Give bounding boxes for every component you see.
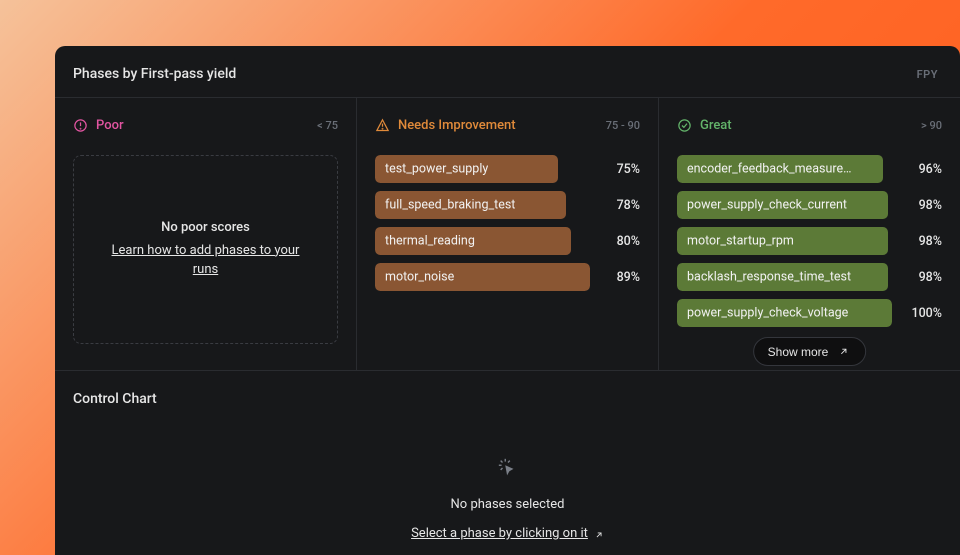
column-poor-range: < 75: [317, 119, 338, 132]
phase-percent: 100%: [902, 306, 942, 321]
column-great-header: Great > 90: [677, 118, 942, 133]
phase-row[interactable]: full_speed_braking_test 78%: [375, 191, 640, 219]
phase-name: power_supply_check_current: [687, 198, 847, 213]
phase-bar: motor_noise: [375, 263, 590, 291]
phase-row[interactable]: power_supply_check_voltage 100%: [677, 299, 942, 327]
control-empty-msg: No phases selected: [451, 497, 565, 512]
phase-name: power_supply_check_voltage: [687, 306, 848, 321]
select-phase-link[interactable]: Select a phase by clicking on it: [411, 526, 604, 541]
phase-percent: 89%: [600, 270, 640, 285]
phase-bar: power_supply_check_voltage: [677, 299, 892, 327]
phase-name: motor_startup_rpm: [687, 234, 794, 249]
phase-name: backlash_response_time_test: [687, 270, 851, 285]
column-poor-header: Poor < 75: [73, 118, 338, 133]
panel-title: Phases by First-pass yield: [73, 66, 236, 82]
poor-empty-state: No poor scores Learn how to add phases t…: [73, 155, 338, 344]
alert-circle-icon: [73, 118, 88, 133]
control-chart-section: Control Chart No phases selected Select …: [55, 370, 960, 555]
control-empty-state: No phases selected Select a phase by cli…: [73, 457, 942, 541]
phase-bar: motor_startup_rpm: [677, 227, 892, 255]
arrow-up-right-icon: [836, 344, 851, 359]
column-needs: Needs Improvement 75 - 90 test_power_sup…: [356, 98, 658, 370]
phase-bar: backlash_response_time_test: [677, 263, 892, 291]
great-rows: encoder_feedback_measure… 96% power_supply…: [677, 155, 942, 327]
phase-row[interactable]: test_power_supply 75%: [375, 155, 640, 183]
phase-percent: 75%: [600, 162, 640, 177]
phase-percent: 98%: [902, 270, 942, 285]
phase-percent: 98%: [902, 234, 942, 249]
phase-row[interactable]: backlash_response_time_test 98%: [677, 263, 942, 291]
phase-percent: 96%: [902, 162, 942, 177]
phase-row[interactable]: power_supply_check_current 98%: [677, 191, 942, 219]
show-more-button[interactable]: Show more: [753, 337, 867, 366]
column-great-range: > 90: [921, 119, 942, 132]
column-needs-range: 75 - 90: [606, 119, 640, 132]
phase-bar: test_power_supply: [375, 155, 590, 183]
phase-bar: full_speed_braking_test: [375, 191, 590, 219]
select-phase-link-label: Select a phase by clicking on it: [411, 526, 588, 541]
panel-header: Phases by First-pass yield FPY: [55, 46, 960, 97]
column-great: Great > 90 encoder_feedback_measure… 96% p…: [658, 98, 960, 370]
phase-percent: 98%: [902, 198, 942, 213]
phase-name: thermal_reading: [385, 234, 475, 249]
phase-percent: 78%: [600, 198, 640, 213]
column-needs-label: Needs Improvement: [398, 118, 516, 133]
poor-empty-title: No poor scores: [161, 220, 250, 235]
phase-name: motor_noise: [385, 270, 454, 285]
column-needs-header: Needs Improvement 75 - 90: [375, 118, 640, 133]
column-poor: Poor < 75 No poor scores Learn how to ad…: [55, 98, 356, 370]
phase-name: full_speed_braking_test: [385, 198, 515, 213]
phase-bar: power_supply_check_current: [677, 191, 892, 219]
phase-bar: encoder_feedback_measure…: [677, 155, 892, 183]
phase-name: encoder_feedback_measure…: [687, 162, 851, 177]
phase-name: test_power_supply: [385, 162, 488, 177]
panel-badge: FPY: [917, 68, 938, 81]
check-circle-icon: [677, 118, 692, 133]
warning-triangle-icon: [375, 118, 390, 133]
control-chart-title: Control Chart: [73, 391, 942, 407]
phase-columns: Poor < 75 No poor scores Learn how to ad…: [55, 97, 960, 370]
external-link-icon: [594, 529, 604, 539]
column-poor-label: Poor: [96, 118, 124, 133]
needs-rows: test_power_supply 75% full_speed_braking_t…: [375, 155, 640, 291]
column-great-label: Great: [700, 118, 732, 133]
phase-row[interactable]: motor_startup_rpm 98%: [677, 227, 942, 255]
cursor-click-icon: [497, 457, 519, 483]
phase-row[interactable]: motor_noise 89%: [375, 263, 640, 291]
show-more-label: Show more: [768, 345, 829, 359]
phase-bar: thermal_reading: [375, 227, 590, 255]
phase-row[interactable]: encoder_feedback_measure… 96%: [677, 155, 942, 183]
phase-row[interactable]: thermal_reading 80%: [375, 227, 640, 255]
phases-panel: Phases by First-pass yield FPY Poor < 75: [55, 46, 960, 555]
learn-phases-link[interactable]: Learn how to add phases to your runs: [101, 241, 311, 280]
phase-percent: 80%: [600, 234, 640, 249]
